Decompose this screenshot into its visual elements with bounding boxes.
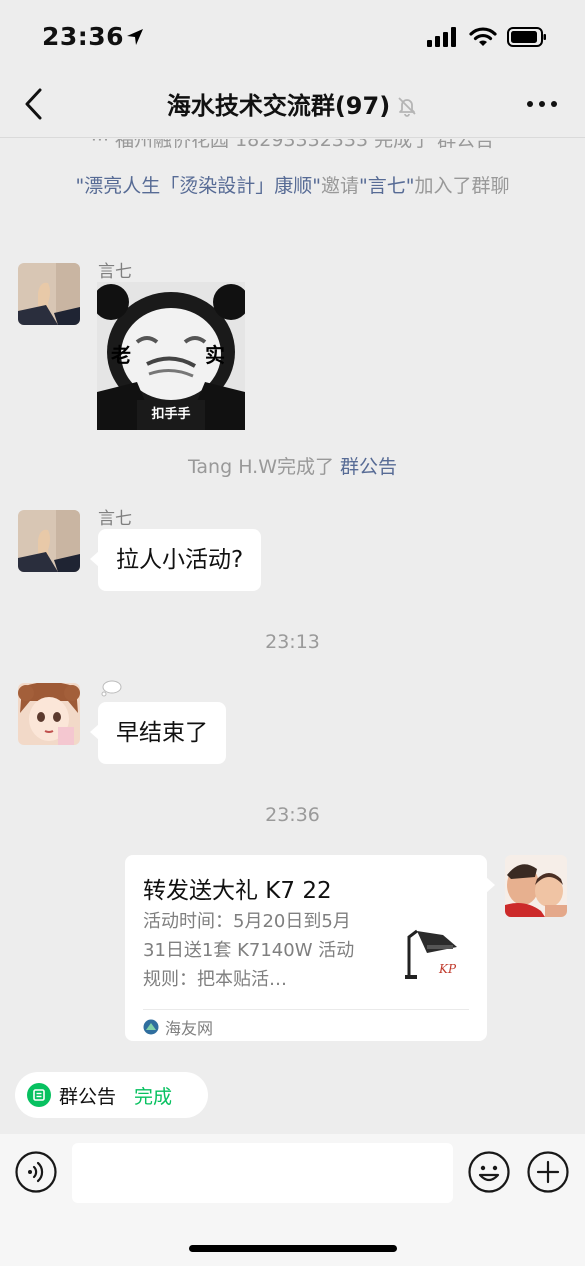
- shared-link-card[interactable]: 转发送大礼 K7 22 活动时间：5月20日到5月31日送1套 K7140W 活…: [125, 855, 495, 1041]
- group-notice-bar: 群公告 完成: [0, 1060, 585, 1134]
- sticker-text-bottom: 扣手手: [151, 406, 190, 422]
- group-notice-label: 群公告: [59, 1085, 117, 1108]
- svg-text:KP: KP: [438, 962, 457, 976]
- panda-meme-sticker[interactable]: 老 实 扣手手: [93, 282, 249, 430]
- card-source-name: 海友网: [165, 1019, 214, 1038]
- avatar-yanqi[interactable]: [18, 263, 80, 325]
- sticker-text-right: 实: [205, 343, 225, 367]
- invite-user-link[interactable]: 漂亮人生「烫染設計」康顺: [84, 175, 312, 197]
- invited-user-link[interactable]: 言七: [368, 175, 406, 197]
- sender-name: 言七: [98, 509, 132, 529]
- home-indicator: [189, 1245, 397, 1252]
- status-time: 23:36: [42, 22, 125, 51]
- message-bubble[interactable]: 早结束了: [90, 702, 226, 764]
- battery-icon: [507, 27, 546, 47]
- message-bubble[interactable]: 拉人小活动?: [89, 529, 262, 591]
- chat-title: 海水技术交流群(97): [166, 92, 391, 120]
- message-input[interactable]: [72, 1143, 453, 1203]
- add-attachment-icon[interactable]: [527, 1151, 569, 1193]
- notice-done-link[interactable]: 完成: [134, 1082, 172, 1109]
- timestamp: 23:36: [265, 804, 320, 826]
- system-message-invite: "漂亮人生「烫染設計」康顺"邀请"言七"加入了群聊: [75, 175, 510, 197]
- wifi-icon: [469, 27, 497, 46]
- timestamp: 23:13: [265, 631, 320, 653]
- chat-area[interactable]: ··· 福州融侨花园 18293332333 完成了 群公告 "漂亮人生「烫染設…: [0, 139, 585, 1059]
- source-app-icon: [143, 1019, 159, 1035]
- emoji-icon[interactable]: [468, 1151, 510, 1193]
- avatar-anime-user[interactable]: [18, 683, 80, 745]
- card-title: 转发送大礼 K7 22: [143, 878, 332, 904]
- system-message-cut: ··· 福州融侨花园 18293332333 完成了 群公告: [90, 139, 495, 151]
- more-options-icon[interactable]: [525, 92, 559, 116]
- status-bar: 23:36: [0, 0, 585, 70]
- nav-bar: 海水技术交流群(97): [0, 70, 585, 138]
- group-notice-chip[interactable]: 群公告 完成: [15, 1072, 208, 1118]
- cellular-signal-icon: [427, 27, 456, 47]
- sender-name: 言七: [98, 262, 132, 282]
- thought-bubble-icon: [100, 679, 122, 701]
- system-message-notice: Tang H.W完成了 群公告: [187, 456, 398, 478]
- location-arrow-icon: [127, 29, 143, 45]
- sticker-text-left: 老: [111, 343, 131, 367]
- avatar-self[interactable]: [505, 855, 567, 917]
- group-notice-link[interactable]: 群公告: [340, 456, 397, 478]
- card-description: 活动时间：5月20日到5月31日送1套 K7140W 活动规则：把本贴活…: [143, 911, 355, 990]
- group-notice-icon: [27, 1083, 51, 1107]
- mute-bell-icon: [398, 97, 416, 117]
- voice-input-icon[interactable]: [15, 1151, 57, 1193]
- card-thumbnail: KP: [397, 917, 469, 989]
- avatar-yanqi[interactable]: [18, 510, 80, 572]
